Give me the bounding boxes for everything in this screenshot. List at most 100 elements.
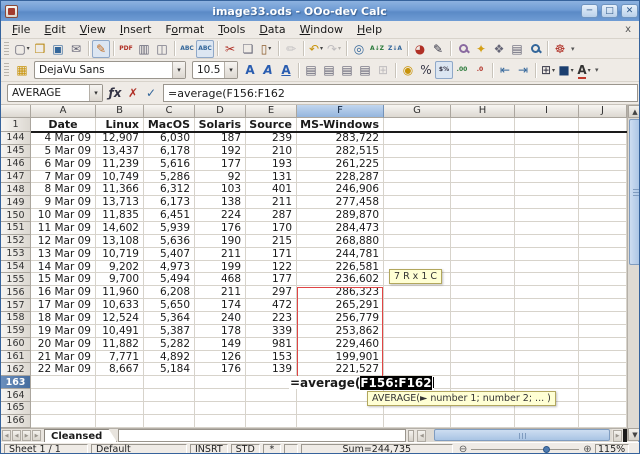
cell-D153[interactable]: 211 [195,248,246,261]
cell-A165[interactable] [31,402,96,415]
cell-D154[interactable]: 199 [195,261,246,274]
percent-icon[interactable]: % [417,61,435,79]
row-header-164[interactable]: 164 [1,389,31,402]
accept-icon[interactable]: ✓ [142,84,160,102]
next-sheet-button[interactable]: ▶ [22,430,31,441]
cell-E156[interactable]: 297 [246,286,297,299]
sheet-tab-cleansed[interactable]: Cleansed [44,429,117,443]
cell-B148[interactable]: 11,366 [96,183,144,196]
align-right-icon[interactable]: ▤ [338,61,356,79]
cell-I1[interactable] [515,118,579,132]
zoom-in-icon[interactable]: ⊕ [583,444,591,454]
align-justified-icon[interactable]: ▤ [356,61,374,79]
merge-cells-icon[interactable]: ⊞ [374,61,392,79]
cell-F145[interactable]: 282,515 [297,145,384,158]
cell-I156[interactable] [515,286,579,299]
insert-mode-indicator[interactable]: INSRT [190,444,228,454]
cell-H153[interactable] [451,248,515,261]
cell-B163[interactable] [96,376,144,389]
cell-E157[interactable]: 472 [246,299,297,312]
cell-C1[interactable]: MacOS [144,118,195,132]
page-style-indicator[interactable]: Default [91,444,187,454]
cell-D162[interactable]: 176 [195,363,246,376]
cell-D144[interactable]: 187 [195,132,246,145]
cell-H159[interactable] [451,325,515,338]
font-name-combo[interactable]: DejaVu Sans ▾ [34,61,186,79]
cell-G159[interactable] [384,325,451,338]
cell-C147[interactable]: 5,286 [144,171,195,184]
chevron-down-icon[interactable]: ▾ [27,45,30,52]
cell-C160[interactable]: 5,282 [144,338,195,351]
cell-edit-overlay[interactable]: =average(F156:F162 [289,376,434,389]
cell-B158[interactable]: 12,524 [96,312,144,325]
zoom-icon[interactable] [526,40,544,58]
cell-J145[interactable] [579,145,627,158]
sum-indicator[interactable]: Sum=244,735 [301,444,453,454]
font-size-combo[interactable]: 10.5 ▾ [192,61,238,79]
cell-C146[interactable]: 5,616 [144,158,195,171]
background-color-icon[interactable]: ■▾ [557,61,575,79]
show-draw-functions-icon[interactable]: ✎ [429,40,447,58]
row-header-158[interactable]: 158 [1,312,31,325]
scroll-up-icon[interactable]: ▲ [628,105,640,118]
cell-F155[interactable]: 236,602 [297,273,384,286]
cell-D150[interactable]: 224 [195,209,246,222]
chevron-down-icon[interactable]: ▾ [89,85,102,101]
cell-C155[interactable]: 5,494 [144,273,195,286]
vertical-scrollbar[interactable]: ▲ ▼ [627,105,640,441]
cell-C158[interactable]: 5,364 [144,312,195,325]
cell-F150[interactable]: 289,870 [297,209,384,222]
toolbar-overflow-icon[interactable]: ▾ [571,45,575,53]
currency-icon[interactable]: ◉ [399,61,417,79]
cell-B166[interactable] [96,415,144,428]
sort-descending-icon[interactable]: Z↓A [386,40,404,58]
cell-E152[interactable]: 215 [246,235,297,248]
menu-insert[interactable]: Insert [113,22,159,37]
cell-A162[interactable]: 22 Mar 09 [31,363,96,376]
cell-J154[interactable] [579,261,627,274]
cell-A148[interactable]: 8 Mar 09 [31,183,96,196]
cell-I158[interactable] [515,312,579,325]
cell-B151[interactable]: 14,602 [96,222,144,235]
cell-H162[interactable] [451,363,515,376]
cell-C162[interactable]: 5,184 [144,363,195,376]
cell-I163[interactable] [515,376,579,389]
cell-B154[interactable]: 9,202 [96,261,144,274]
cell-I159[interactable] [515,325,579,338]
cell-D155[interactable]: 468 [195,273,246,286]
toolbar-overflow-icon[interactable]: ▾ [595,66,599,74]
cell-D145[interactable]: 192 [195,145,246,158]
cell-H160[interactable] [451,338,515,351]
cell-B146[interactable]: 11,239 [96,158,144,171]
cell-A156[interactable]: 16 Mar 09 [31,286,96,299]
cell-D157[interactable]: 174 [195,299,246,312]
first-sheet-button[interactable]: ◀ [2,430,11,441]
cell-A1[interactable]: Date [31,118,96,132]
column-header-H[interactable]: H [451,105,515,118]
close-button[interactable]: ✕ [621,4,638,18]
cell-G1[interactable] [384,118,451,132]
cell-J149[interactable] [579,196,627,209]
cell-I161[interactable] [515,351,579,364]
cell-J158[interactable] [579,312,627,325]
decrease-indent-icon[interactable]: ⇤ [496,61,514,79]
cell-I154[interactable] [515,261,579,274]
cell-E151[interactable]: 170 [246,222,297,235]
row-header-147[interactable]: 147 [1,171,31,184]
cell-D164[interactable] [195,389,246,402]
cell-H148[interactable] [451,183,515,196]
tab-scrollbar-splitter[interactable] [408,430,414,442]
column-header-G[interactable]: G [384,105,451,118]
cell-C144[interactable]: 6,030 [144,132,195,145]
cell-E166[interactable] [246,415,297,428]
cell-E162[interactable]: 139 [246,363,297,376]
standard-format-icon[interactable]: $% [435,61,453,79]
underline-icon[interactable]: A [277,61,295,79]
row-header-149[interactable]: 149 [1,196,31,209]
cell-A154[interactable]: 14 Mar 09 [31,261,96,274]
cell-A164[interactable] [31,389,96,402]
cell-J153[interactable] [579,248,627,261]
cell-E159[interactable]: 339 [246,325,297,338]
cell-A158[interactable]: 18 Mar 09 [31,312,96,325]
cell-D147[interactable]: 92 [195,171,246,184]
